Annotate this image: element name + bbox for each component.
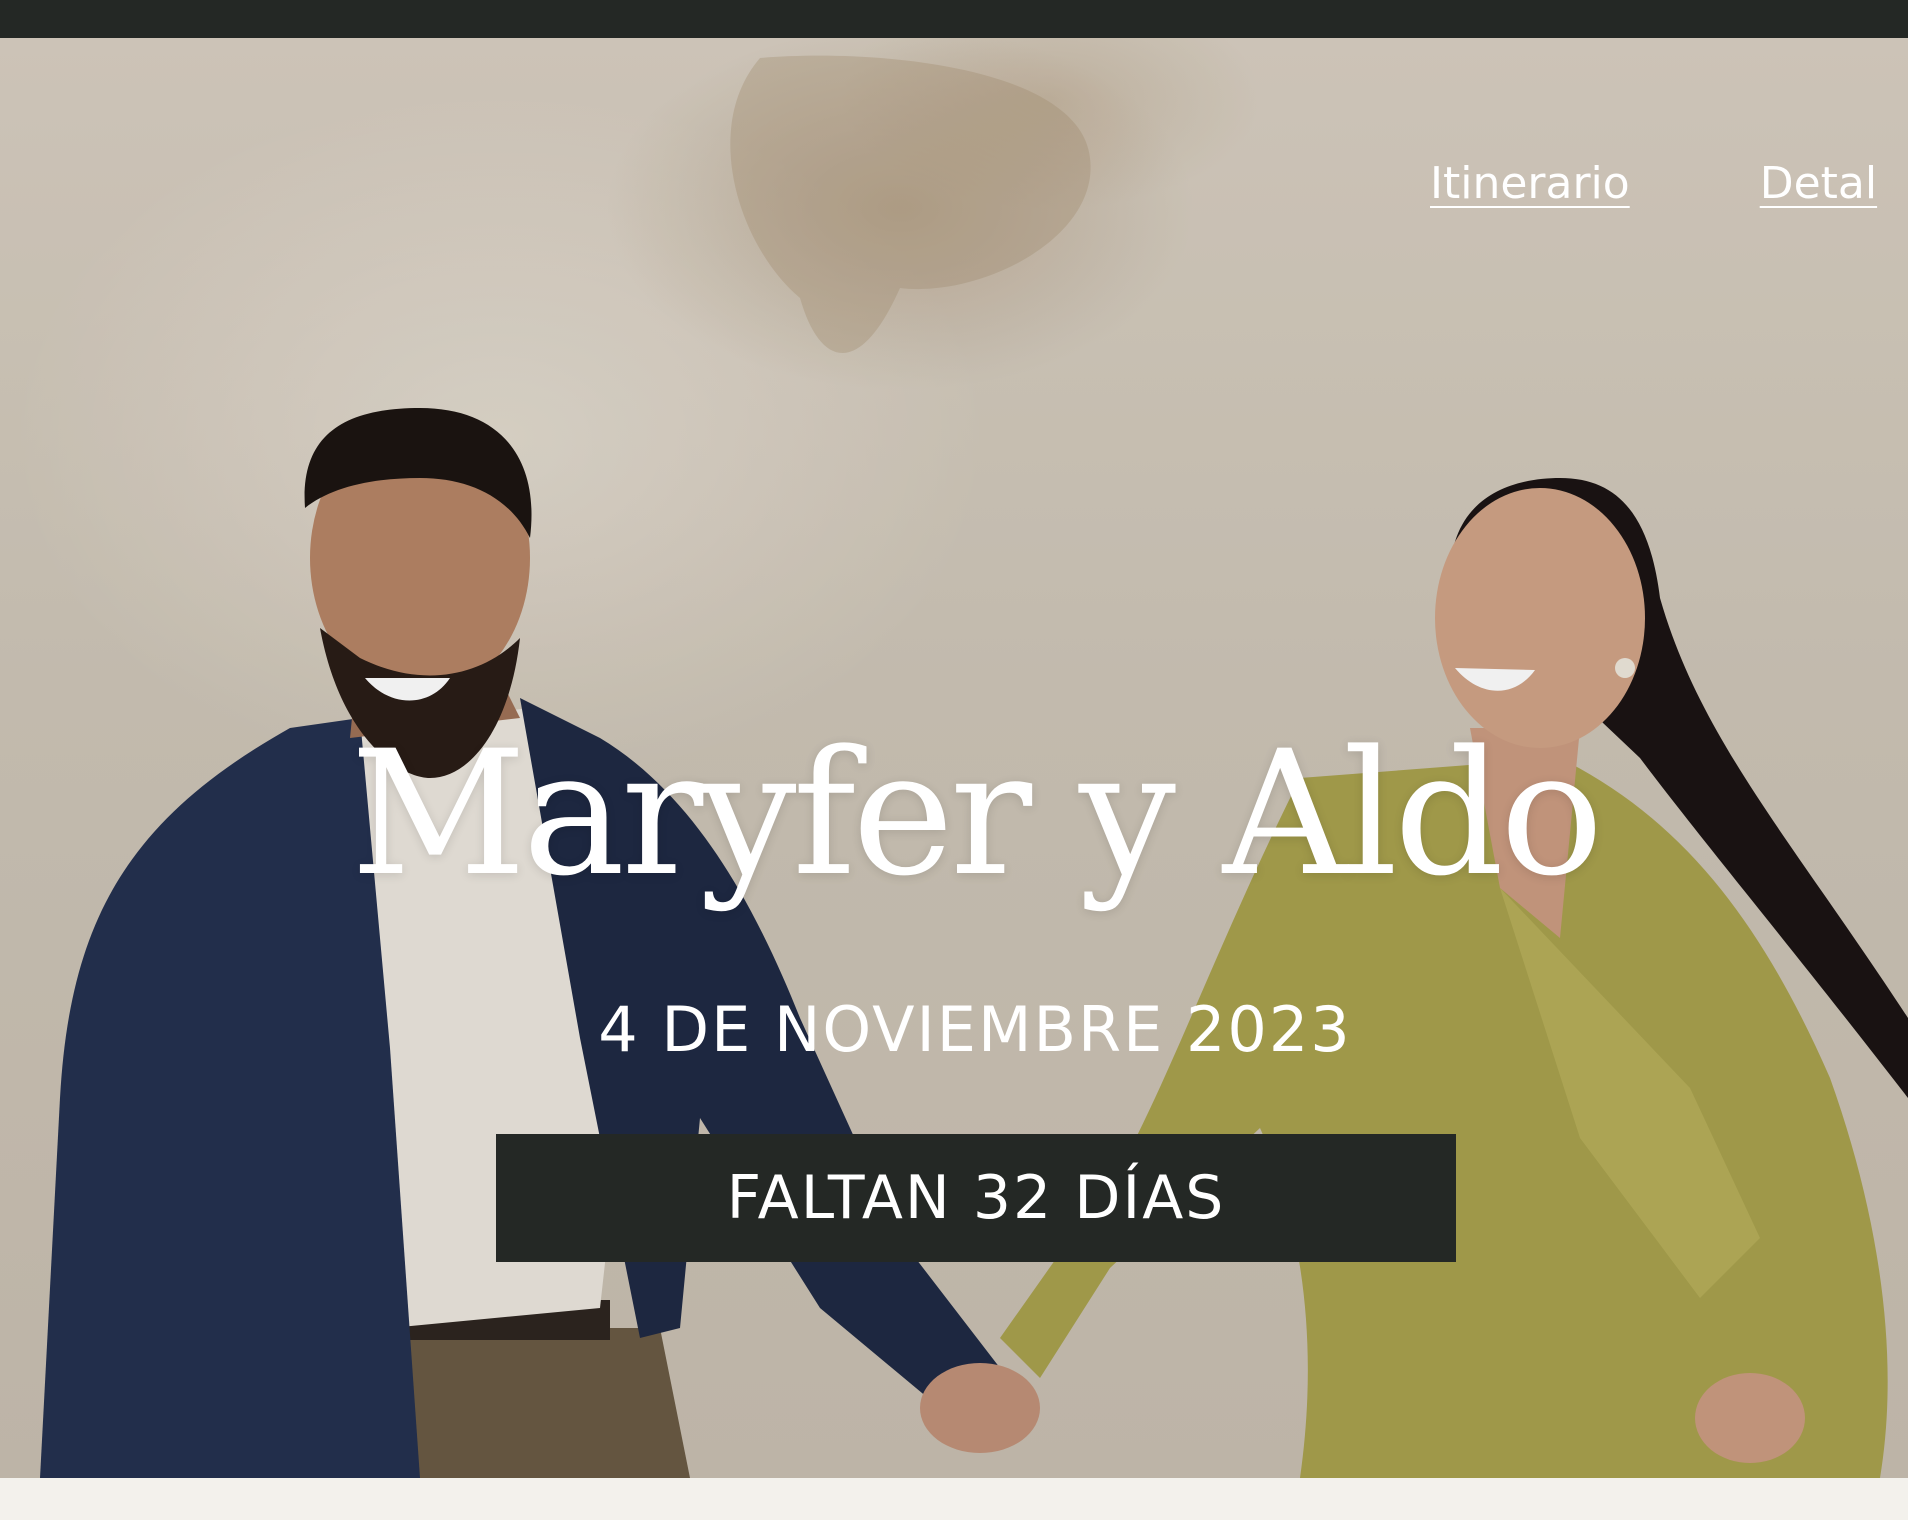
wedding-date: 4 DE NOVIEMBRE 2023 [598,993,1352,1066]
nav-itinerario-link[interactable]: Itinerario [1430,158,1630,209]
countdown-banner: FALTAN 32 DÍAS [496,1134,1456,1262]
top-bar [0,0,1908,38]
countdown-text: FALTAN 32 DÍAS [726,1163,1226,1233]
couple-title: Maryfer y Aldo [350,713,1603,914]
hero-section: Itinerario Detal Maryfer y Aldo 4 DE NOV… [0,38,1908,1478]
main-nav: Itinerario Detal [1430,158,1877,209]
bottom-strip [0,1478,1908,1520]
page: Itinerario Detal Maryfer y Aldo 4 DE NOV… [0,0,1908,1520]
nav-detalles-link[interactable]: Detal [1760,158,1877,209]
